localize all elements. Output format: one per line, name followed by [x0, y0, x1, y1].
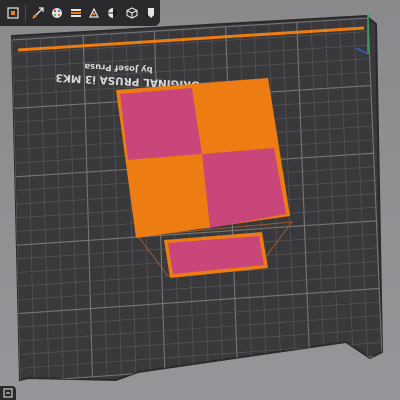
- checker-model[interactable]: [116, 78, 290, 238]
- plater-scene[interactable]: ORIGINAL PRUSA i3 MK3 by Josef Prusa: [0, 0, 400, 400]
- add-icon[interactable]: [4, 2, 22, 24]
- toolbar-separator: [24, 5, 26, 21]
- axis-indicator: [356, 14, 369, 54]
- model-tile-top-right: [192, 82, 274, 154]
- model-tile-bottom-left: [128, 154, 210, 234]
- seam-icon[interactable]: [86, 2, 104, 24]
- top-toolbar: [0, 0, 160, 26]
- cube-view-icon[interactable]: [123, 2, 141, 24]
- paint-color-icon[interactable]: [48, 2, 66, 24]
- split-icon[interactable]: [142, 2, 160, 24]
- layer-height-icon[interactable]: [67, 2, 85, 24]
- model-tile-bottom-right: [202, 148, 286, 228]
- model-tile-top-left: [120, 88, 202, 160]
- arrange-icon[interactable]: [29, 2, 47, 24]
- 3d-viewport[interactable]: ORIGINAL PRUSA i3 MK3 by Josef Prusa: [0, 0, 400, 400]
- support-paint-icon[interactable]: [104, 2, 122, 24]
- collapse-sidebar-icon[interactable]: [0, 386, 16, 400]
